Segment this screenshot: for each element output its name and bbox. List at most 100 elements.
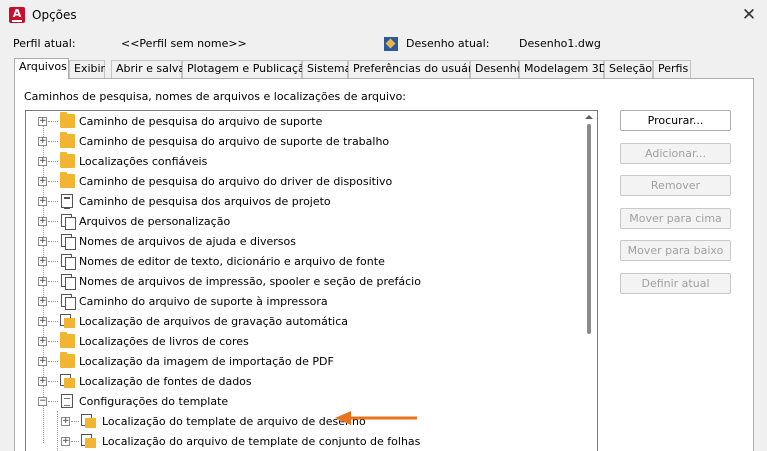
expand-plus-icon[interactable]: + [38,357,47,366]
expand-plus-icon[interactable]: + [38,137,47,146]
tree-item-label: Caminho do arquivo de suporte à impresso… [79,295,328,308]
tree-item-label: Caminho de pesquisa do arquivo de suport… [79,135,390,148]
tab-user-preferences[interactable]: Preferências do usuário [348,60,482,78]
expand-plus-icon[interactable]: + [38,117,47,126]
tree-connector [48,361,58,362]
folder-icon [60,132,75,148]
tree-connector [48,241,58,242]
tree-item[interactable]: + Localizações de livros de cores [26,331,584,351]
expand-plus-icon[interactable]: + [38,277,47,286]
tree-item[interactable]: + Caminho do arquivo de suporte à impres… [26,291,584,311]
folder-icon [60,332,75,348]
folder-page-icon [60,314,75,328]
tree-connector [71,421,79,422]
browse-button[interactable]: Procurar... [620,110,731,131]
expand-plus-icon[interactable]: + [61,437,70,446]
scroll-up-arrow-icon[interactable] [585,115,593,119]
expand-plus-icon[interactable]: + [61,417,70,426]
tree-item-label: Localização do template de arquivo de de… [102,415,366,428]
remove-button[interactable]: Remover [620,175,731,196]
folder-page-icon [81,414,96,428]
tree-item[interactable]: + Caminho de pesquisa do arquivo de supo… [26,131,584,151]
tree-item-label: Nomes de arquivos de ajuda e diversos [79,235,296,248]
expand-plus-icon[interactable]: + [38,157,47,166]
folder-icon [60,152,75,168]
vertical-scrollbar[interactable] [582,111,597,451]
tree-item-label: Localização do arquivo de template de co… [102,435,421,448]
tree-item-child[interactable]: + Localização do template de arquivo de … [26,411,584,431]
tab-files[interactable]: Arquivos [14,58,69,79]
drawing-file-icon [384,37,398,51]
expand-plus-icon[interactable]: + [38,317,47,326]
tab-display[interactable]: Exibir [69,60,105,78]
collapse-minus-icon[interactable]: − [38,397,47,406]
tree-connector [48,121,58,122]
template-icon [61,394,73,408]
tree-connector [48,401,58,402]
tree-item[interactable]: + Localização da imagem de importação de… [26,351,584,371]
current-drawing-value: Desenho1.dwg [519,37,601,50]
tree-item[interactable]: + Caminho de pesquisa do arquivo de supo… [26,111,584,131]
tree-item-label: Nomes de editor de texto, dicionário e a… [79,255,385,268]
current-drawing-label: Desenho atual: [406,37,490,50]
tree-item[interactable]: + Nomes de arquivos de impressão, spoole… [26,271,584,291]
tab-selection[interactable]: Seleção [604,60,653,78]
tree-connector [48,301,58,302]
expand-plus-icon[interactable]: + [38,297,47,306]
tree-item-label: Localização da imagem de importação de P… [79,355,334,368]
tab-system[interactable]: Sistema [302,60,351,78]
tree-connector [48,141,58,142]
documents-icon [60,234,76,250]
tree-item[interactable]: + Nomes de editor de texto, dicionário e… [26,251,584,271]
expand-plus-icon[interactable]: + [38,377,47,386]
move-down-button[interactable]: Mover para baixo [620,240,731,261]
expand-plus-icon[interactable]: + [38,217,47,226]
tree-item[interactable]: + Caminho de pesquisa do arquivo do driv… [26,171,584,191]
tree-item[interactable]: + Localização de arquivos de gravação au… [26,311,584,331]
scroll-thumb[interactable] [587,124,591,334]
folder-icon [60,352,75,368]
tree-item-label: Caminho de pesquisa do arquivo de suport… [79,115,323,128]
expand-plus-icon[interactable]: + [38,237,47,246]
tab-drafting[interactable]: Desenho [470,60,523,78]
tree-item-label: Arquivos de personalização [79,215,231,228]
current-profile-label: Perfil atual: [13,37,76,50]
window-title: Opções [32,8,77,22]
expand-plus-icon[interactable]: + [38,177,47,186]
list-icon [61,194,73,209]
tree-connector [48,381,58,382]
add-button[interactable]: Adicionar... [620,143,731,164]
expand-plus-icon[interactable]: + [38,197,47,206]
tree-connector [48,321,58,322]
section-label: Caminhos de pesquisa, nomes de arquivos … [24,90,407,103]
tree-item-child[interactable]: + Localização do arquivo de template de … [26,431,584,451]
tab-3d-modeling[interactable]: Modelagem 3D [519,60,607,78]
annotation-arrow-icon [335,411,417,425]
title-bar: A Opções ✕ [0,0,767,32]
tree-item-label: Caminho de pesquisa do arquivo do driver… [79,175,393,188]
tab-open-save[interactable]: Abrir e salvar [111,60,190,78]
tree-item[interactable]: + Nomes de arquivos de ajuda e diversos [26,231,584,251]
tree-item-label: Configurações do template [79,395,229,408]
move-up-button[interactable]: Mover para cima [620,208,731,229]
tree-item[interactable]: + Localizações confiáveis [26,151,584,171]
expand-plus-icon[interactable]: + [38,257,47,266]
expand-plus-icon[interactable]: + [38,337,47,346]
tab-plot-publish[interactable]: Plotagem e Publicação [182,60,312,78]
folder-page-icon [81,434,96,448]
set-current-button[interactable]: Definir atual [620,273,731,294]
tree-item[interactable]: + Localização de fontes de dados [26,371,584,391]
documents-icon [60,274,76,290]
folder-icon [60,112,75,128]
tree-item[interactable]: + Caminho de pesquisa dos arquivos de pr… [26,191,584,211]
tab-profiles[interactable]: Perfis [653,60,691,78]
file-paths-tree[interactable]: + Caminho de pesquisa do arquivo de supo… [25,110,598,451]
tree-connector [48,201,58,202]
close-button[interactable]: ✕ [739,5,759,25]
tree-connector [48,181,58,182]
tree-item-label: Caminho de pesquisa dos arquivos de proj… [79,195,331,208]
tree-item[interactable]: + Arquivos de personalização [26,211,584,231]
tree-item[interactable]: − Configurações do template [26,391,584,411]
tree-item-label: Localizações de livros de cores [79,335,249,348]
tree-connector [48,281,58,282]
